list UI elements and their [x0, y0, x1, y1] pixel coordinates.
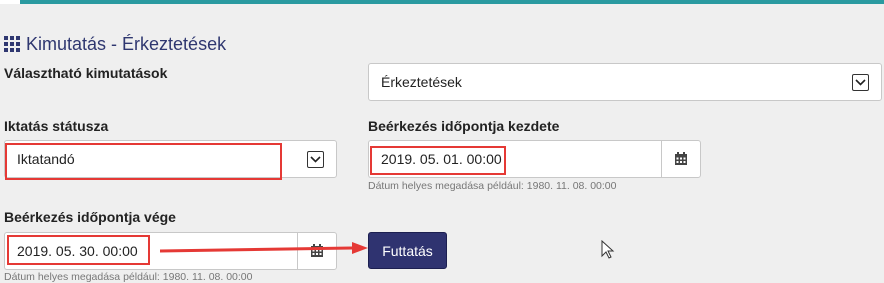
- report-select-value: Érkeztetések: [381, 74, 462, 90]
- page-title-text: Kimutatás - Érkeztetések: [26, 33, 227, 54]
- start-date-group: 2019. 05. 01. 00:00: [368, 140, 701, 178]
- start-date-hint: Dátum helyes megadása például: 1980. 11.…: [368, 180, 617, 192]
- calendar-icon: [675, 152, 687, 165]
- end-date-label: Beérkezés időpontja vége: [4, 209, 176, 225]
- report-label: Választható kimutatások: [4, 65, 168, 81]
- grid-icon: [4, 36, 20, 52]
- end-date-value: 2019. 05. 30. 00:00: [17, 243, 138, 259]
- top-accent-bar: [0, 0, 884, 4]
- report-select[interactable]: Érkeztetések: [368, 63, 882, 101]
- start-date-input[interactable]: 2019. 05. 01. 00:00: [368, 140, 661, 178]
- mouse-cursor-icon: [601, 240, 615, 259]
- start-date-value: 2019. 05. 01. 00:00: [381, 151, 502, 167]
- red-arrow-annotation: [160, 242, 368, 254]
- status-select[interactable]: Iktatandó: [4, 140, 337, 178]
- end-date-hint: Dátum helyes megadása például: 1980. 11.…: [4, 271, 253, 283]
- run-button[interactable]: Futtatás: [368, 232, 447, 269]
- start-date-label: Beérkezés időpontja kezdete: [368, 118, 560, 134]
- active-tab-indicator: [0, 0, 20, 4]
- page-title: Kimutatás - Érkeztetések: [4, 33, 226, 55]
- chevron-down-icon[interactable]: [307, 150, 324, 168]
- status-label: Iktatás státusza: [4, 118, 109, 134]
- chevron-down-icon[interactable]: [852, 73, 869, 91]
- start-calendar-button[interactable]: [661, 140, 701, 178]
- status-select-value: Iktatandó: [17, 151, 75, 167]
